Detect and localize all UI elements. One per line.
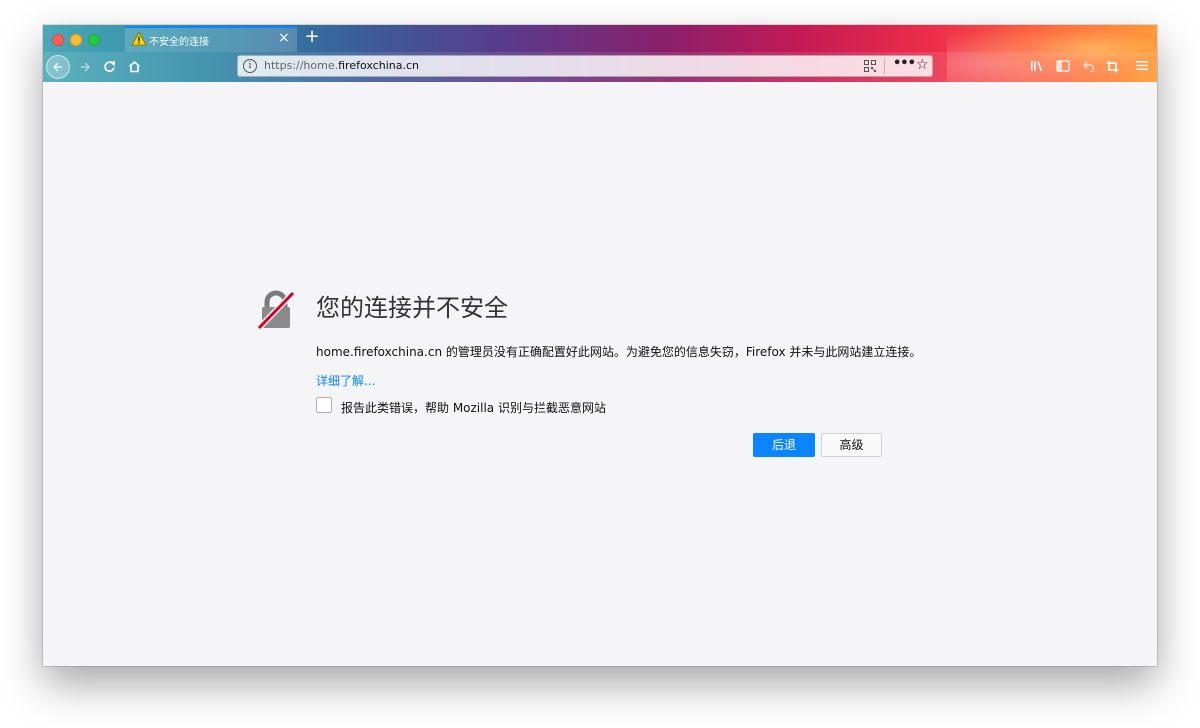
library-icon[interactable] — [1028, 57, 1046, 75]
bookmark-star-icon[interactable]: ☆ — [916, 57, 929, 73]
url-text[interactable]: https://home.firefoxchina.cn — [264, 59, 419, 72]
home-button[interactable] — [122, 55, 146, 79]
tab-title: 不安全的连接 — [149, 37, 209, 48]
page-actions-icon[interactable]: ••• — [893, 56, 916, 71]
tab-close-icon[interactable]: × — [278, 29, 290, 47]
site-info-icon[interactable]: i — [243, 59, 257, 73]
sidebar-glyph — [1056, 60, 1070, 72]
learn-more-link[interactable]: 详细了解... — [316, 372, 375, 389]
url-host: firefoxchina.cn — [338, 59, 419, 72]
reload-button[interactable] — [97, 55, 121, 79]
advanced-button[interactable]: 高级 — [821, 433, 882, 457]
error-title: 您的连接并不安全 — [316, 294, 508, 322]
arrow-right-icon — [81, 62, 91, 72]
arrow-left-icon — [52, 62, 62, 72]
url-bar[interactable]: i https://home.firefoxchina.cn ••• ☆ — [237, 55, 933, 77]
undo-glyph — [1082, 61, 1094, 73]
reload-icon — [103, 60, 115, 72]
browser-chrome: 不安全的连接 × + i https://home.firefoxchina.c… — [43, 25, 1157, 82]
tab-insecure-connection[interactable]: 不安全的连接 × — [125, 26, 297, 52]
report-error-checkbox[interactable] — [316, 397, 332, 413]
error-description: home.firefoxchina.cn 的管理员没有正确配置好此网站。为避免您… — [316, 345, 922, 359]
window-close-button[interactable] — [52, 34, 64, 46]
hamburger-glyph — [1136, 61, 1148, 70]
url-separator — [884, 58, 885, 74]
go-back-button[interactable]: 后退 — [753, 433, 815, 457]
menu-icon[interactable] — [1133, 57, 1151, 75]
window-minimize-button[interactable] — [70, 34, 82, 46]
report-error-label: 报告此类错误，帮助 Mozilla 识别与拦截恶意网站 — [341, 401, 606, 415]
window-maximize-button[interactable] — [88, 34, 100, 46]
broken-lock-icon — [256, 290, 296, 330]
warning-icon — [131, 31, 147, 46]
home-icon — [128, 60, 140, 73]
screenshot-crop-icon[interactable] — [1103, 57, 1121, 75]
crop-glyph — [1106, 60, 1118, 73]
back-button[interactable] — [46, 55, 70, 79]
qr-code-icon[interactable] — [864, 60, 876, 72]
sidebar-icon[interactable] — [1054, 57, 1072, 75]
forward-button[interactable] — [73, 55, 97, 79]
undo-icon[interactable] — [1079, 57, 1097, 75]
error-page: 您的连接并不安全 home.firefoxchina.cn 的管理员没有正确配置… — [43, 82, 1157, 666]
library-glyph — [1031, 61, 1043, 72]
nav-toolbar: i https://home.firefoxchina.cn ••• ☆ — [43, 52, 1157, 82]
new-tab-button[interactable]: + — [303, 26, 321, 48]
browser-window: 不安全的连接 × + i https://home.firefoxchina.c… — [43, 25, 1157, 666]
